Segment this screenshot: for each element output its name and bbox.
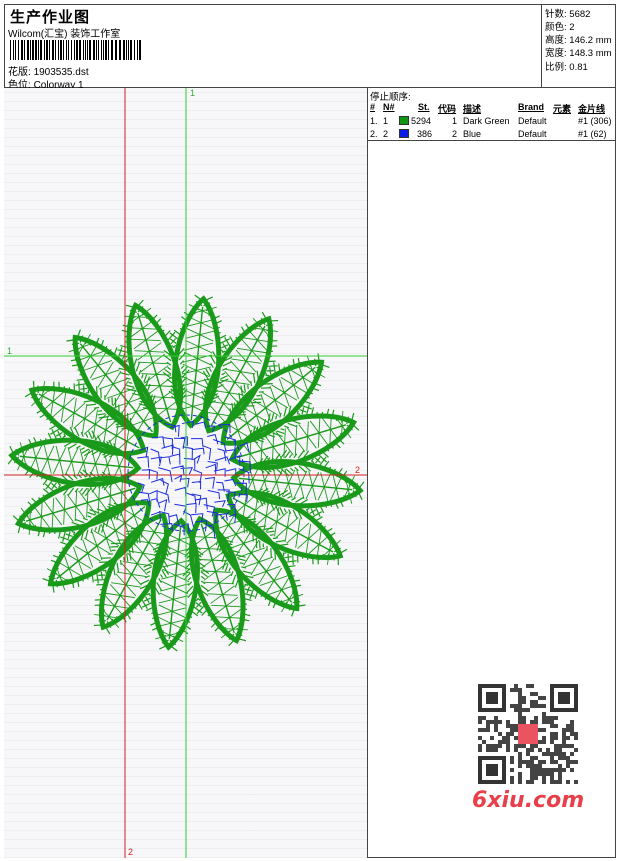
design-canvas: 1 1 2 2 (4, 88, 368, 858)
page-title: 生产作业图 (10, 9, 91, 26)
col-header-code: 代码 (438, 104, 457, 114)
row2-code: 2 (452, 129, 458, 139)
qr-code-icon (470, 680, 585, 790)
guide-label-green-top: 1 (190, 88, 196, 98)
petal (162, 294, 233, 429)
stat-colors: 颜色: 2 (545, 22, 575, 33)
row1-code: 1 (452, 116, 458, 126)
row2-n: 2 (383, 129, 389, 139)
col-header-n: N# (383, 102, 395, 112)
col-header-index: # (370, 102, 376, 112)
embroidery-design (4, 88, 367, 858)
stats-panel: 针数: 5682 颜色: 2 高度: 146.2 mm 宽度: 148.3 mm… (541, 4, 616, 88)
row2-element: #1 (62) (578, 129, 607, 139)
stat-width: 宽度: 148.3 mm (545, 48, 612, 59)
stop-sequence-divider (368, 140, 616, 141)
guide-label-green-left: 1 (7, 346, 13, 356)
qr-code-graphic (478, 684, 578, 784)
watermark-text: 6xiu.com (472, 788, 585, 813)
row1-num: 1. (370, 116, 378, 126)
stat-scale: 比例: 0.81 (545, 62, 588, 73)
row1-element: #1 (306) (578, 116, 612, 126)
guide-label-red-right: 2 (355, 465, 361, 475)
barcode-icon (10, 40, 141, 60)
row2-description: Blue (463, 129, 482, 139)
worksheet-header: 生产作业图 Wilcom(汇宝) 装饰工作室 花版: 1903535.dst 色… (4, 4, 616, 91)
row1-color-swatch (399, 116, 409, 125)
row1-brand: Default (518, 116, 547, 126)
stat-stitches: 针数: 5682 (545, 9, 591, 20)
stat-height: 高度: 146.2 mm (545, 35, 612, 46)
col-header-brand: Brand (518, 102, 545, 112)
petal (7, 426, 142, 497)
row2-stitches: 386 (417, 129, 433, 139)
col-header-sequin: 金片线 (578, 104, 606, 114)
guide-label-red-bottom: 2 (128, 847, 134, 857)
row2-color-swatch (399, 129, 409, 138)
row1-n: 1 (383, 116, 389, 126)
stop-sequence-title: 停止顺序: (370, 92, 411, 103)
col-header-element: 元素 (553, 104, 572, 114)
petal (230, 449, 365, 520)
row2-num: 2. (370, 129, 378, 139)
col-header-stitches: St. (418, 102, 430, 112)
petal (139, 517, 210, 652)
row2-brand: Default (518, 129, 547, 139)
row1-stitches: 5294 (411, 116, 432, 126)
col-header-description: 描述 (463, 104, 482, 114)
row1-description: Dark Green (463, 116, 510, 126)
company-name: Wilcom(汇宝) 装饰工作室 (8, 29, 121, 40)
